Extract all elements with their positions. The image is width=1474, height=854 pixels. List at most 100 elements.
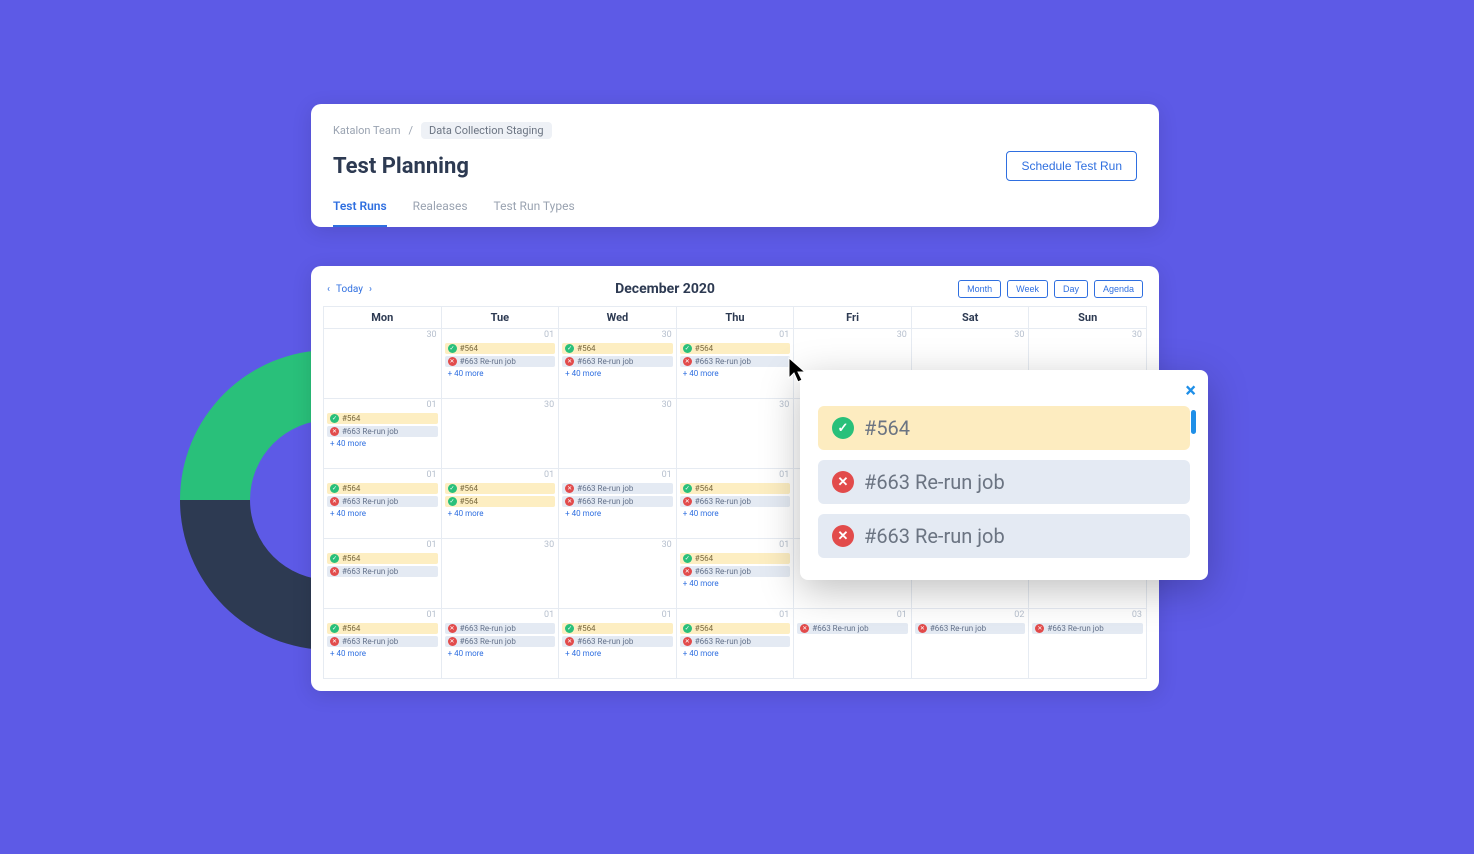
calendar-cell[interactable]: 01 ✕#663 Re-run job bbox=[794, 609, 912, 679]
calendar-event[interactable]: ✓#564 bbox=[327, 553, 438, 564]
popover-item[interactable]: ✓#564 bbox=[818, 406, 1190, 450]
calendar-event[interactable]: ✓#564 bbox=[680, 553, 791, 564]
calendar-cell[interactable]: 01✓#564✕#663 Re-run job+ 40 more bbox=[677, 539, 795, 609]
x-circle-icon: ✕ bbox=[448, 357, 457, 366]
more-events-link[interactable]: + 40 more bbox=[327, 509, 438, 518]
calendar-cell[interactable]: 01✓#564✕#663 Re-run job+ 40 more bbox=[324, 399, 442, 469]
calendar-cell[interactable]: 01 ✓#564 ✕#663 Re-run job + 40 more bbox=[324, 609, 442, 679]
calendar-event[interactable]: ✕#663 Re-run job bbox=[1032, 623, 1143, 634]
check-circle-icon: ✓ bbox=[330, 484, 339, 493]
calendar-event[interactable]: ✕#663 Re-run job bbox=[680, 566, 791, 577]
calendar-event[interactable]: ✕#663 Re-run job bbox=[562, 356, 673, 367]
calendar-cell[interactable]: 30 bbox=[324, 329, 442, 399]
calendar-event[interactable]: ✓#564 bbox=[327, 483, 438, 494]
event-label: #663 Re-run job bbox=[460, 637, 516, 646]
calendar-event[interactable]: ✕#663 Re-run job bbox=[445, 356, 556, 367]
calendar-cell[interactable]: 30 bbox=[442, 539, 560, 609]
calendar-cell[interactable]: 01✕#663 Re-run job✕#663 Re-run job+ 40 m… bbox=[442, 609, 560, 679]
calendar-event[interactable]: ✕#663 Re-run job bbox=[327, 426, 438, 437]
view-day-button[interactable]: Day bbox=[1054, 280, 1088, 298]
view-week-button[interactable]: Week bbox=[1007, 280, 1048, 298]
calendar-event[interactable]: ✓#564 bbox=[445, 496, 556, 507]
calendar-cell[interactable]: 30 bbox=[559, 399, 677, 469]
popover-item[interactable]: ✕#663 Re-run job bbox=[818, 514, 1190, 558]
tab-test-run-types[interactable]: Test Run Types bbox=[494, 199, 575, 227]
calendar-event[interactable]: ✓#564 bbox=[562, 623, 673, 634]
more-events-link[interactable]: + 40 more bbox=[680, 649, 791, 658]
calendar-event[interactable]: ✓#564 bbox=[445, 483, 556, 494]
calendar-event[interactable]: ✕#663 Re-run job bbox=[680, 636, 791, 647]
calendar-event[interactable]: ✕#663 Re-run job bbox=[562, 636, 673, 647]
calendar-event[interactable]: ✕#663 Re-run job bbox=[445, 636, 556, 647]
calendar-cell[interactable]: 30 bbox=[442, 399, 560, 469]
calendar-event[interactable]: ✕#663 Re-run job bbox=[562, 496, 673, 507]
calendar-event[interactable]: ✓#564 bbox=[680, 483, 791, 494]
calendar-event[interactable]: ✕#663 Re-run job bbox=[445, 623, 556, 634]
check-circle-icon: ✓ bbox=[832, 417, 854, 439]
calendar-cell[interactable]: 01 ✕#663 Re-run job ✕#663 Re-run job + 40 m… bbox=[559, 469, 677, 539]
close-icon[interactable]: × bbox=[1185, 378, 1196, 402]
calendar-cell[interactable]: 30✓#564✕#663 Re-run job+ 40 more bbox=[559, 329, 677, 399]
tab-test-runs[interactable]: Test Runs bbox=[333, 199, 387, 227]
day-number: 01 bbox=[897, 610, 907, 620]
day-number: 01 bbox=[662, 470, 672, 480]
breadcrumb-project[interactable]: Data Collection Staging bbox=[421, 122, 551, 139]
calendar-event[interactable]: ✓#564 bbox=[445, 343, 556, 354]
day-number: 01 bbox=[779, 610, 789, 620]
day-header: Mon bbox=[324, 307, 442, 329]
x-circle-icon: ✕ bbox=[565, 484, 574, 493]
x-circle-icon: ✕ bbox=[832, 525, 854, 547]
calendar-event[interactable]: ✕#663 Re-run job bbox=[562, 483, 673, 494]
prev-icon[interactable]: ‹ bbox=[327, 284, 330, 295]
calendar-event[interactable]: ✕#663 Re-run job bbox=[327, 496, 438, 507]
x-circle-icon: ✕ bbox=[683, 497, 692, 506]
check-circle-icon: ✓ bbox=[683, 344, 692, 353]
view-month-button[interactable]: Month bbox=[958, 280, 1001, 298]
today-button[interactable]: Today bbox=[336, 284, 363, 295]
more-events-link[interactable]: + 40 more bbox=[445, 509, 556, 518]
x-circle-icon: ✕ bbox=[918, 624, 927, 633]
popover-item[interactable]: ✕#663 Re-run job bbox=[818, 460, 1190, 504]
calendar-event[interactable]: ✓#564 bbox=[562, 343, 673, 354]
more-events-link[interactable]: + 40 more bbox=[327, 439, 438, 448]
calendar-cell[interactable]: 01✓#564✕#663 Re-run job+ 40 more bbox=[324, 469, 442, 539]
calendar-cell[interactable]: 01✓#564✕#663 Re-run job bbox=[324, 539, 442, 609]
scrollbar-thumb[interactable] bbox=[1191, 410, 1196, 434]
calendar-event[interactable]: ✕#663 Re-run job bbox=[327, 636, 438, 647]
calendar-cell[interactable]: 01✓#564✕#663 Re-run job+ 40 more bbox=[559, 609, 677, 679]
more-events-link[interactable]: + 40 more bbox=[680, 579, 791, 588]
schedule-test-run-button[interactable]: Schedule Test Run bbox=[1006, 151, 1137, 181]
calendar-cell[interactable]: 01 ✓#564 ✕#663 Re-run job + 40 more bbox=[677, 609, 795, 679]
calendar-event[interactable]: ✕#663 Re-run job bbox=[680, 356, 791, 367]
more-events-link[interactable]: + 40 more bbox=[680, 369, 791, 378]
more-events-link[interactable]: + 40 more bbox=[562, 509, 673, 518]
calendar-cell[interactable]: 01✓#564✓#564+ 40 more bbox=[442, 469, 560, 539]
tab-releases[interactable]: Realeases bbox=[413, 199, 468, 227]
calendar-event[interactable]: ✓#564 bbox=[327, 413, 438, 424]
view-agenda-button[interactable]: Agenda bbox=[1094, 280, 1143, 298]
next-icon[interactable]: › bbox=[369, 284, 372, 295]
calendar-cell[interactable]: 03✕#663 Re-run job bbox=[1029, 609, 1147, 679]
event-label: #663 Re-run job bbox=[342, 497, 398, 506]
calendar-event[interactable]: ✕#663 Re-run job bbox=[915, 623, 1026, 634]
more-events-link[interactable]: + 40 more bbox=[680, 509, 791, 518]
calendar-event[interactable]: ✓#564 bbox=[680, 343, 791, 354]
calendar-cell[interactable]: 02✕#663 Re-run job bbox=[912, 609, 1030, 679]
calendar-cell[interactable]: 01✓#564✕#663 Re-run job+ 40 more bbox=[442, 329, 560, 399]
day-number: 01 bbox=[426, 610, 436, 620]
breadcrumb-team[interactable]: Katalon Team bbox=[333, 124, 401, 137]
calendar-event[interactable]: ✕#663 Re-run job bbox=[797, 623, 908, 634]
more-events-link[interactable]: + 40 more bbox=[327, 649, 438, 658]
more-events-link[interactable]: + 40 more bbox=[562, 369, 673, 378]
calendar-cell[interactable]: 30 bbox=[677, 399, 795, 469]
calendar-cell[interactable]: 01✓#564✕#663 Re-run job+ 40 more bbox=[677, 469, 795, 539]
calendar-cell[interactable]: 30 bbox=[559, 539, 677, 609]
calendar-event[interactable]: ✓#564 bbox=[680, 623, 791, 634]
more-events-link[interactable]: + 40 more bbox=[445, 649, 556, 658]
calendar-event[interactable]: ✕#663 Re-run job bbox=[327, 566, 438, 577]
more-events-link[interactable]: + 40 more bbox=[562, 649, 673, 658]
calendar-event[interactable]: ✓#564 bbox=[327, 623, 438, 634]
calendar-cell[interactable]: 01✓#564✕#663 Re-run job+ 40 more bbox=[677, 329, 795, 399]
calendar-event[interactable]: ✕#663 Re-run job bbox=[680, 496, 791, 507]
more-events-link[interactable]: + 40 more bbox=[445, 369, 556, 378]
